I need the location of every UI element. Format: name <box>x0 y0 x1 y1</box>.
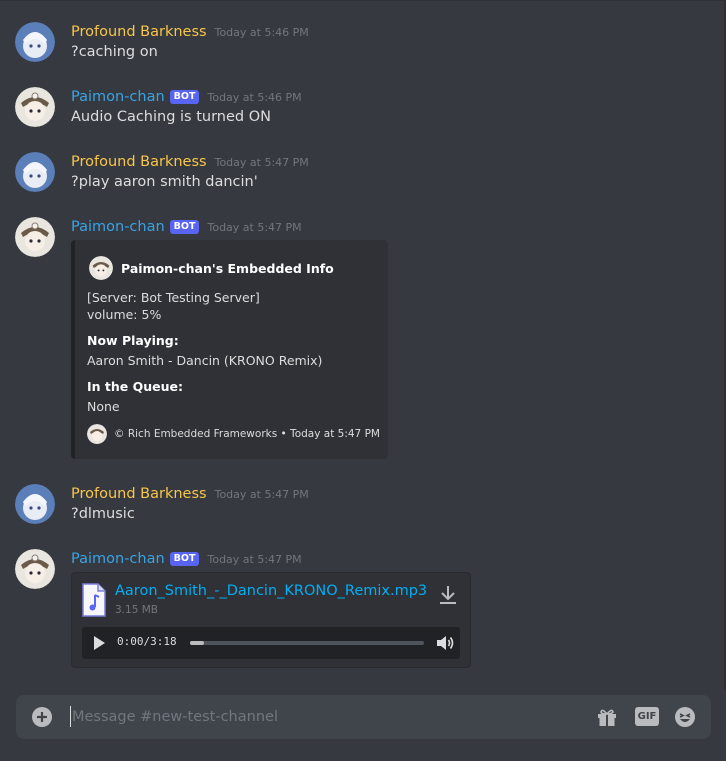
audio-current-time: 0:00 <box>117 635 144 648</box>
audio-progress-slider[interactable] <box>190 641 424 645</box>
attachment-size: 3.15 MB <box>115 604 158 616</box>
embed-author: Paimon-chan's Embedded Info <box>121 260 334 276</box>
embed-now-playing: Aaron Smith - Dancin (KRONO Remix) <box>87 353 323 368</box>
timestamp: Today at 5:47 PM <box>207 220 302 234</box>
text-caret <box>70 706 71 727</box>
embed-footer-icon <box>87 424 107 444</box>
timestamp: Today at 5:47 PM <box>214 155 309 169</box>
timestamp: Today at 5:47 PM <box>214 487 309 501</box>
message-content: ?caching on <box>71 44 158 60</box>
username[interactable]: Profound Barkness <box>71 24 207 40</box>
audio-time: 0:00/3:18 <box>117 635 177 648</box>
audio-file-icon <box>82 583 106 617</box>
embed-author-icon <box>89 256 113 280</box>
message-composer: GIF <box>16 695 711 739</box>
avatar[interactable] <box>15 87 55 127</box>
emoji-icon[interactable] <box>674 706 696 728</box>
embed-now-playing-label: Now Playing: <box>87 333 179 348</box>
username[interactable]: Paimon-chan <box>71 551 165 567</box>
top-divider <box>0 0 726 1</box>
bot-tag: BOT <box>169 90 200 104</box>
rich-embed: Paimon-chan's Embedded Info [Server: Bot… <box>71 240 388 459</box>
avatar[interactable] <box>15 484 55 524</box>
message-content: Audio Caching is turned ON <box>71 109 271 125</box>
embed-volume-line: volume: 5% <box>87 307 162 322</box>
bot-tag: BOT <box>169 552 200 566</box>
gif-icon[interactable]: GIF <box>635 707 659 726</box>
download-icon[interactable] <box>438 584 458 606</box>
avatar[interactable] <box>15 152 55 192</box>
username[interactable]: Paimon-chan <box>71 89 165 105</box>
audio-progress-fill <box>190 641 205 645</box>
username[interactable]: Profound Barkness <box>71 154 207 170</box>
message-content: ?dlmusic <box>71 506 135 522</box>
embed-queue-label: In the Queue: <box>87 379 183 394</box>
avatar[interactable] <box>15 217 55 257</box>
message: Paimon-chan BOT Today at 5:46 PM Audio C… <box>0 87 726 131</box>
audio-player: 0:00/3:18 <box>82 627 460 659</box>
message: Profound Barkness Today at 5:47 PM ?play… <box>0 152 726 196</box>
embed-server-line: [Server: Bot Testing Server] <box>87 290 260 305</box>
username[interactable]: Paimon-chan <box>71 219 165 235</box>
avatar[interactable] <box>15 22 55 62</box>
embed-footer: © Rich Embedded Frameworks • Today at 5:… <box>114 428 380 440</box>
avatar[interactable] <box>15 549 55 589</box>
username[interactable]: Profound Barkness <box>71 486 207 502</box>
play-icon[interactable] <box>90 634 108 652</box>
timestamp: Today at 5:47 PM <box>207 552 302 566</box>
message-content: ?play aaron smith dancin' <box>71 174 258 190</box>
volume-icon[interactable] <box>435 633 455 653</box>
attachment-filename-link[interactable]: Aaron_Smith_-_Dancin_KRONO_Remix.mp3 <box>115 583 427 599</box>
plus-circle-icon[interactable] <box>32 707 52 727</box>
message: Profound Barkness Today at 5:46 PM ?cach… <box>0 22 726 66</box>
gift-icon[interactable] <box>596 706 618 728</box>
message: Profound Barkness Today at 5:47 PM ?dlmu… <box>0 484 726 528</box>
timestamp: Today at 5:46 PM <box>207 90 302 104</box>
audio-duration: 3:18 <box>150 635 177 648</box>
bot-tag: BOT <box>169 220 200 234</box>
message-input[interactable] <box>72 695 572 739</box>
timestamp: Today at 5:46 PM <box>214 25 309 39</box>
embed-queue: None <box>87 399 120 414</box>
audio-attachment: Aaron_Smith_-_Dancin_KRONO_Remix.mp3 3.1… <box>71 572 471 668</box>
